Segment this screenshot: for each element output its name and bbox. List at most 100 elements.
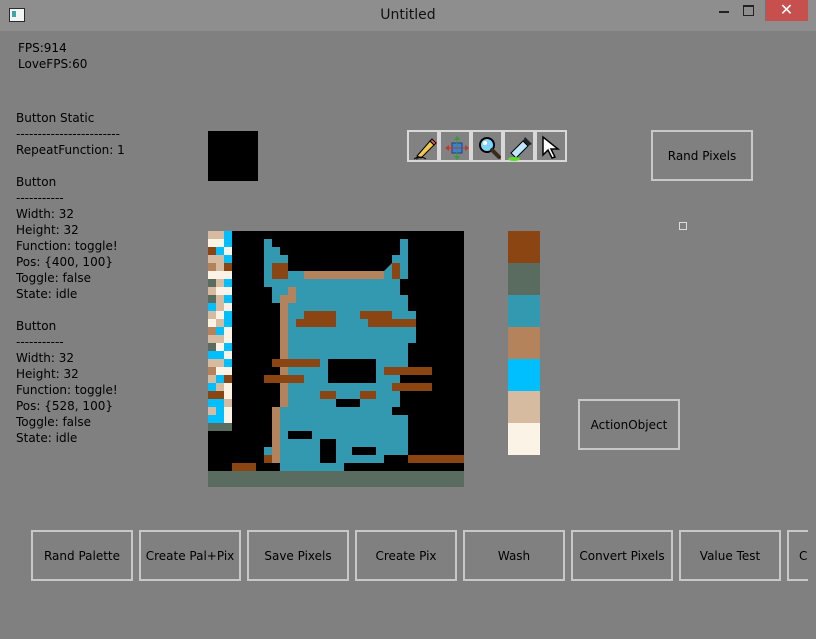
pixel-cell [224,287,232,295]
pointer-icon [542,135,561,159]
pixel-cell [208,335,216,343]
convert-pixels-button[interactable]: Convert Pixels [571,530,673,581]
pixel-cell [216,247,224,255]
pixel-cell [216,359,224,367]
value-test-button[interactable]: Value Test [679,530,781,581]
pixel-cell [216,423,224,431]
pixel-cell [224,367,232,375]
pixel-cell [216,375,224,383]
fps-readout: FPS:914 [18,41,67,55]
pixel-cell [216,263,224,271]
pixel-cell [224,351,232,359]
pixel-cell [208,399,216,407]
eyedropper-tool-button[interactable] [503,130,535,162]
pixel-cell [216,367,224,375]
button-info-2: Button ----------- Width: 32 Height: 32 … [16,319,118,445]
pixel-cell [216,311,224,319]
pixel-cell [208,375,216,383]
pixel-cell [224,311,232,319]
save-pixels-button[interactable]: Save Pixels [247,530,349,581]
pixel-cell [208,311,216,319]
pixel-cell [224,335,232,343]
pixel-cell [208,359,216,367]
pixel-cell [216,383,224,391]
palette-swatch-6[interactable] [508,391,540,423]
eyedropper-icon [508,137,532,161]
pixel-cell [224,383,232,391]
pixel-cell [216,343,224,351]
pixel-cell [224,327,232,335]
pixel-cell [216,239,224,247]
pixel-cell [224,415,232,423]
zoom-tool-button[interactable] [471,130,503,162]
palette-swatch-7[interactable] [508,423,540,455]
rand-palette-button[interactable]: Rand Palette [31,530,133,581]
palette-swatch-2[interactable] [508,263,540,295]
rand-pixels-button[interactable]: Rand Pixels [651,130,753,181]
pixel-cell [224,391,232,399]
pixel-cell [208,295,216,303]
maximize-button[interactable] [736,0,762,22]
pixel-cell [216,231,224,239]
pixel-cell [224,319,232,327]
wash-button[interactable]: Wash [463,530,565,581]
pixel-cell [216,327,224,335]
small-square-marker [679,222,687,230]
pixel-cell [224,279,232,287]
palette-column [508,231,540,455]
action-object-button[interactable]: ActionObject [578,399,680,450]
pixel-cell [208,391,216,399]
pixel-art-canvas[interactable] [208,231,464,487]
pixel-cell [216,255,224,263]
create-pal-pix-button[interactable]: Create Pal+Pix [139,530,241,581]
palette-swatch-3[interactable] [508,295,540,327]
pixel-cell [224,343,232,351]
pixel-cell [208,319,216,327]
pixel-cell [208,423,216,431]
pixel-cell [208,247,216,255]
pixel-cell [216,407,224,415]
pixel-cell [208,351,216,359]
app-window: Untitled ✕ FPS:914 LoveFPS:60 Button Sta… [0,0,816,639]
close-button[interactable]: ✕ [765,0,808,21]
pixel-cell [208,279,216,287]
pixel-cell [208,287,216,295]
pixel-cell [208,415,216,423]
pixel-cell [224,407,232,415]
pencil-tool-button[interactable] [407,130,439,162]
palette-swatch-5[interactable] [508,359,540,391]
minimize-button[interactable] [709,0,739,22]
select-tool-button[interactable] [535,130,567,162]
pixel-cell [208,231,216,239]
palette-swatch-4[interactable] [508,327,540,359]
current-color-swatch [208,131,258,181]
pixel-cell [224,231,232,239]
palette-swatch-1[interactable] [508,231,540,263]
title-bar[interactable]: Untitled ✕ [0,0,816,31]
move-icon [445,136,469,160]
pixel-cell [224,303,232,311]
pixel-cell [224,375,232,383]
tool-bar [407,130,567,162]
pixel-cell [224,423,232,431]
pixel-cell [208,367,216,375]
canvas-area: FPS:914 LoveFPS:60 Button Static -------… [8,31,808,631]
pixel-cell [224,247,232,255]
move-tool-button[interactable] [439,130,471,162]
pixel-layer [208,231,232,431]
button-static-info: Button Static ------------------------ R… [16,111,125,157]
clipped-button[interactable]: C [787,530,808,581]
pixel-cell [208,239,216,247]
pixel-cell [224,239,232,247]
pixel-cell [216,319,224,327]
create-pix-button[interactable]: Create Pix [355,530,457,581]
pixel-cell [216,415,224,423]
pixel-cell [216,335,224,343]
pixel-cell [224,263,232,271]
pixel-cell [208,255,216,263]
pixel-cell [208,407,216,415]
pencil-icon [413,138,437,160]
pixel-cell [208,303,216,311]
pixel-cell [216,295,224,303]
pixel-cell [216,271,224,279]
